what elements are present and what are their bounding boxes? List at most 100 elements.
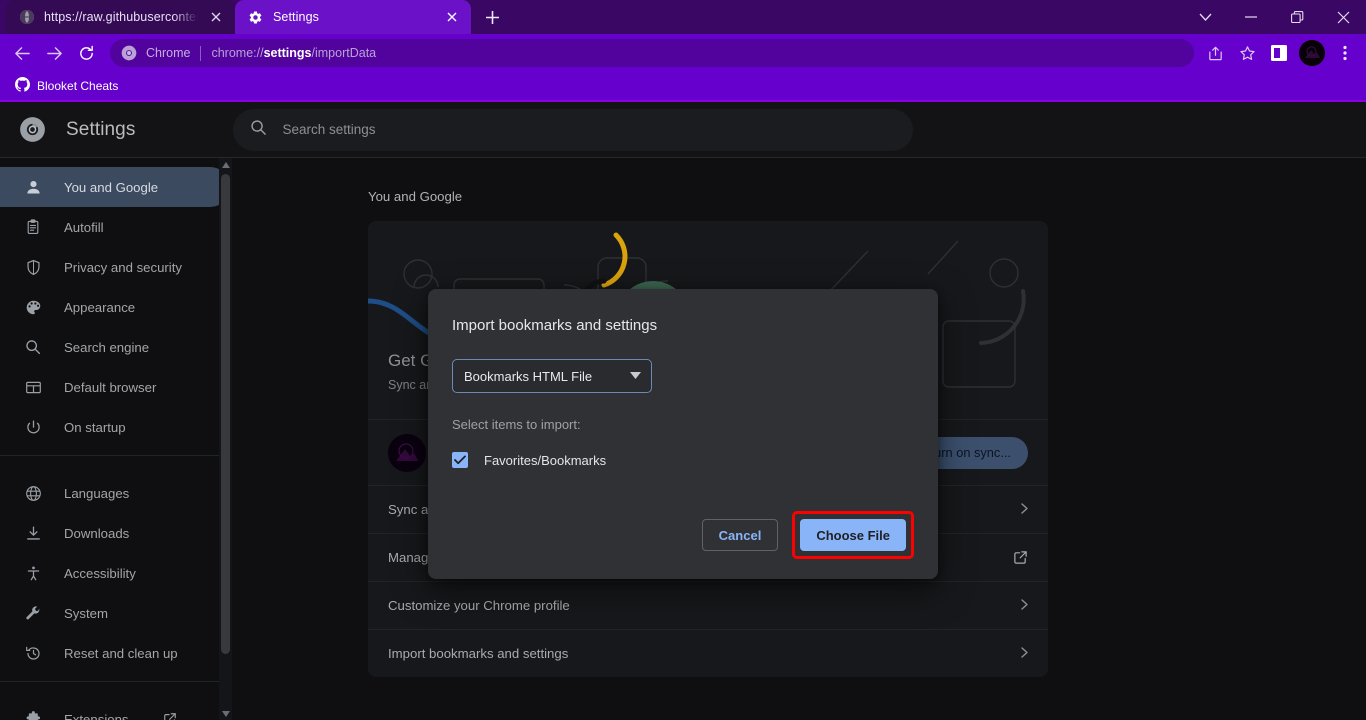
choose-file-highlight: Choose File bbox=[792, 511, 914, 559]
sidebar-item-languages[interactable]: Languages bbox=[0, 473, 232, 513]
search-input[interactable]: Search settings bbox=[233, 108, 914, 151]
history-restore-icon bbox=[24, 644, 42, 662]
sidebar-item-label: Autofill bbox=[64, 219, 104, 235]
browser-window-icon bbox=[24, 378, 42, 396]
sidebar-item-label: Languages bbox=[64, 485, 130, 501]
bookmarks-bar: Blooket Cheats bbox=[0, 72, 1366, 100]
gear-icon bbox=[247, 9, 264, 26]
row-customize-chrome-profile[interactable]: Customize your Chrome profile bbox=[368, 581, 1048, 629]
sidebar-item-label: Privacy and security bbox=[64, 259, 182, 275]
maximize-restore-button[interactable] bbox=[1274, 0, 1320, 34]
omnibox-chip-label: Chrome bbox=[146, 46, 191, 60]
chrome-logo-icon bbox=[17, 115, 47, 145]
chrome-menu-icon[interactable] bbox=[1330, 38, 1360, 68]
globe-icon bbox=[18, 9, 35, 26]
power-icon bbox=[24, 418, 42, 436]
scrollbar-thumb[interactable] bbox=[221, 174, 230, 654]
sidebar-item-label: You and Google bbox=[64, 179, 159, 195]
dialog-subtitle: Select items to import: bbox=[452, 417, 581, 432]
close-window-button[interactable] bbox=[1320, 0, 1366, 34]
chevron-right-icon bbox=[1014, 502, 1028, 517]
checkbox-row-favorites-bookmarks[interactable]: Favorites/Bookmarks bbox=[452, 452, 914, 468]
choose-file-button[interactable]: Choose File bbox=[800, 519, 906, 551]
sidebar-item-privacy-and-security[interactable]: Privacy and security bbox=[0, 247, 232, 287]
sidebar-scrollbar[interactable] bbox=[219, 158, 232, 720]
import-dialog: Import bookmarks and settings Bookmarks … bbox=[428, 289, 938, 579]
sidebar-item-autofill[interactable]: Autofill bbox=[0, 207, 232, 247]
bookmark-item-blooket-cheats[interactable]: Blooket Cheats bbox=[8, 74, 125, 98]
sidebar-item-you-and-google[interactable]: You and Google bbox=[0, 167, 230, 207]
close-icon[interactable] bbox=[207, 8, 225, 26]
scroll-down-arrow-icon[interactable] bbox=[219, 707, 232, 720]
dialog-title: Import bookmarks and settings bbox=[452, 317, 658, 334]
person-icon bbox=[24, 178, 42, 196]
back-icon[interactable] bbox=[6, 38, 38, 68]
minimize-button[interactable] bbox=[1228, 0, 1274, 34]
import-source-select[interactable]: Bookmarks HTML File bbox=[452, 359, 652, 393]
omnibox-divider bbox=[200, 45, 202, 61]
sidebar-item-downloads[interactable]: Downloads bbox=[0, 513, 232, 553]
sidebar-item-system[interactable]: System bbox=[0, 593, 232, 633]
chrome-logo-icon bbox=[120, 44, 138, 62]
cancel-button[interactable]: Cancel bbox=[701, 519, 779, 551]
sidebar-item-label: Appearance bbox=[64, 299, 136, 315]
sidebar-item-appearance[interactable]: Appearance bbox=[0, 287, 232, 327]
sidebar-item-extensions[interactable]: Extensions bbox=[0, 699, 232, 720]
selected-option-label: Bookmarks HTML File bbox=[464, 368, 593, 384]
toolbar-actions bbox=[1200, 38, 1360, 68]
omnibox-url: chrome://settings/importData bbox=[211, 46, 1190, 60]
sidebar-item-default-browser[interactable]: Default browser bbox=[0, 367, 232, 407]
checkbox-label: Favorites/Bookmarks bbox=[484, 452, 607, 468]
bookmark-star-icon[interactable] bbox=[1232, 38, 1262, 68]
palette-icon bbox=[24, 298, 42, 316]
clipboard-icon bbox=[24, 218, 42, 236]
sidebar-item-label: System bbox=[64, 605, 108, 621]
accessibility-icon bbox=[24, 564, 42, 582]
sidebar-item-label: Default browser bbox=[64, 379, 157, 395]
url-bold-part: settings bbox=[263, 46, 312, 60]
chevron-right-icon bbox=[1014, 598, 1028, 613]
tab-settings[interactable]: Settings bbox=[235, 0, 471, 34]
chevron-down-icon bbox=[630, 371, 641, 382]
tab-title: Settings bbox=[273, 10, 319, 24]
sidebar-gap-1 bbox=[0, 456, 232, 473]
download-icon bbox=[24, 524, 42, 542]
dialog-actions: Cancel Choose File bbox=[452, 511, 914, 559]
sidebar-item-reset-and-clean-up[interactable]: Reset and clean up bbox=[0, 633, 232, 673]
share-icon[interactable] bbox=[1200, 38, 1230, 68]
page-title: Settings bbox=[66, 118, 136, 140]
external-link-icon bbox=[163, 712, 178, 720]
avatar[interactable] bbox=[1299, 40, 1325, 66]
address-bar[interactable]: Chrome chrome://settings/importData bbox=[110, 39, 1194, 67]
settings-sidebar: You and Google Autofill Privacy and secu… bbox=[0, 158, 232, 720]
sidebar-item-on-startup[interactable]: On startup bbox=[0, 407, 232, 447]
puzzle-piece-icon bbox=[24, 710, 42, 720]
sidebar-item-search-engine[interactable]: Search engine bbox=[0, 327, 232, 367]
shield-icon bbox=[24, 258, 42, 276]
tab-raw-githubusercontent[interactable]: https://raw.githubusercontent.co bbox=[6, 0, 235, 34]
sidebar-gap-2 bbox=[0, 682, 232, 699]
url-prefix: chrome:// bbox=[211, 46, 264, 60]
row-import-bookmarks-and-settings[interactable]: Import bookmarks and settings bbox=[368, 629, 1048, 677]
sidebar-item-accessibility[interactable]: Accessibility bbox=[0, 553, 232, 593]
forward-icon[interactable] bbox=[38, 38, 70, 68]
github-icon bbox=[15, 77, 31, 95]
sidebar-item-label: Search engine bbox=[64, 339, 150, 355]
reload-icon[interactable] bbox=[70, 38, 102, 68]
new-tab-button[interactable] bbox=[478, 3, 506, 31]
close-icon[interactable] bbox=[443, 8, 461, 26]
tab-title: https://raw.githubusercontent.co bbox=[44, 10, 198, 24]
row-label: Customize your Chrome profile bbox=[388, 598, 570, 613]
sidebar-item-label: On startup bbox=[64, 419, 126, 435]
globe-icon bbox=[24, 484, 42, 502]
side-panel-icon[interactable] bbox=[1264, 38, 1294, 68]
favorites-bookmarks-checkbox[interactable] bbox=[452, 452, 468, 468]
chevron-right-icon bbox=[1014, 646, 1028, 661]
tab-search-icon[interactable] bbox=[1182, 0, 1228, 34]
sidebar-item-label: Extensions bbox=[64, 711, 129, 720]
tab-strip: https://raw.githubusercontent.co Setting… bbox=[0, 0, 1366, 34]
section-label: You and Google bbox=[368, 189, 463, 204]
scroll-up-arrow-icon[interactable] bbox=[219, 158, 232, 171]
row-label: Import bookmarks and settings bbox=[388, 646, 569, 661]
sidebar-item-label: Downloads bbox=[64, 525, 130, 541]
